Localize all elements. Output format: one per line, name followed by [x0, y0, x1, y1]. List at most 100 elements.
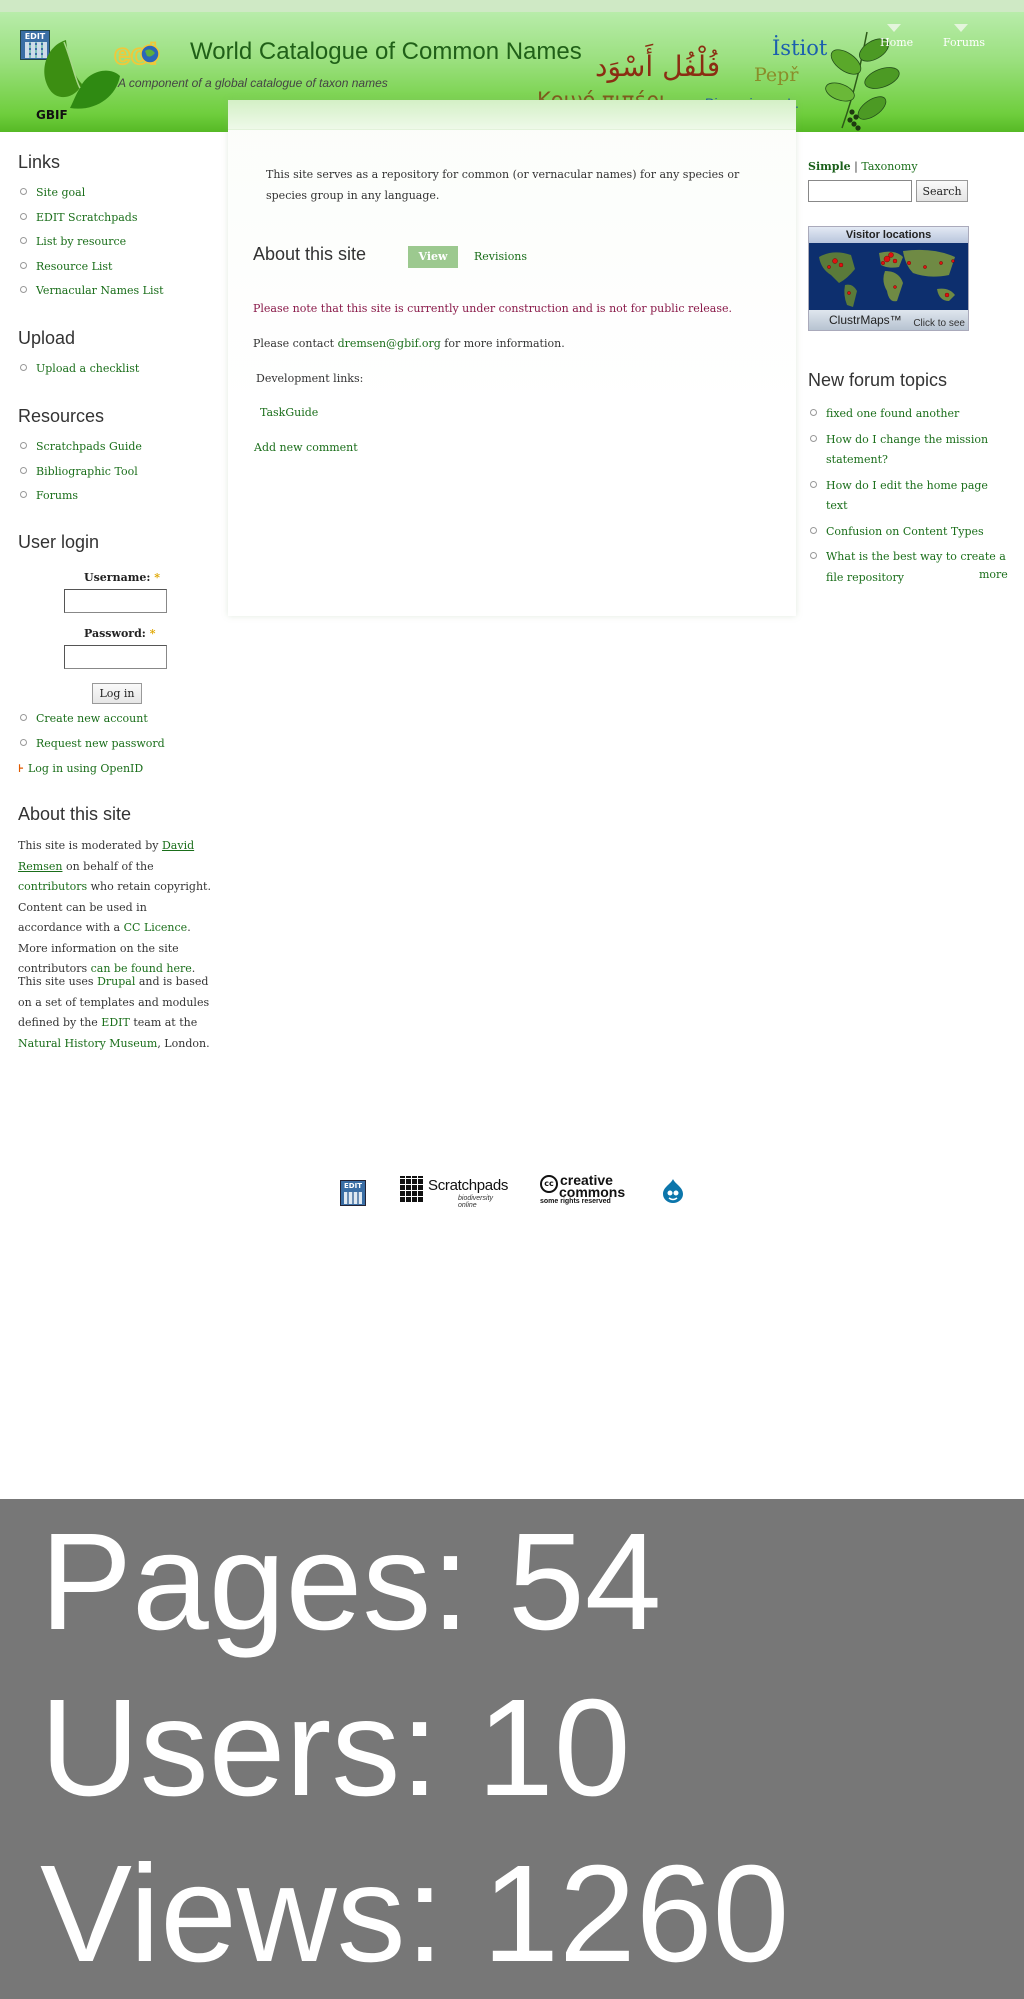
visitor-world-map	[809, 243, 968, 312]
add-comment-link[interactable]: Add new comment	[254, 441, 358, 454]
required-marker: *	[149, 627, 156, 640]
footer-edit-grid	[344, 1192, 362, 1204]
site-goal-link[interactable]: Site goal	[36, 186, 85, 199]
forum-topic-link[interactable]: How do I edit the home page text	[826, 479, 988, 513]
create-account-link[interactable]: Create new account	[36, 712, 148, 725]
upload-item: Upload a checklist	[18, 362, 139, 387]
contact-prefix: Please contact	[253, 337, 338, 350]
scratchpads-guide-link[interactable]: Scratchpads Guide	[36, 440, 142, 453]
search-button[interactable]: Search	[916, 180, 968, 202]
about-block-title: About this site	[18, 804, 132, 824]
common-name-czech: Pepř	[754, 64, 799, 86]
main-content: This site serves as a repository for com…	[228, 100, 796, 616]
site-title[interactable]: World Catalogue of Common Names	[190, 38, 582, 66]
links-menu: Site goal EDIT Scratchpads List by resou…	[18, 186, 164, 309]
contact-email-link[interactable]: dremsen@gbif.org	[338, 337, 441, 350]
login-links-item: Create new account	[18, 712, 165, 737]
links-item: EDIT Scratchpads	[18, 211, 164, 236]
upload-menu: Upload a checklist	[18, 362, 139, 387]
scratchpads-name: Scratchpads	[428, 1177, 509, 1194]
about-text: , London.	[157, 1036, 210, 1050]
contributors-link[interactable]: contributors	[18, 880, 87, 893]
login-button[interactable]: Log in	[92, 683, 142, 704]
scratchpads-grid-icon	[400, 1176, 424, 1202]
stat-pages: Pages: 54	[40, 1505, 662, 1659]
construction-notice: Please note that this site is currently …	[253, 302, 733, 315]
list-by-resource-link[interactable]: List by resource	[36, 235, 126, 248]
username-label-text: Username:	[84, 571, 155, 584]
upload-checklist-link[interactable]: Upload a checklist	[36, 362, 139, 375]
about-text: team at the	[129, 1016, 198, 1029]
tab-view[interactable]: View	[408, 246, 458, 268]
vernacular-names-list-link[interactable]: Vernacular Names List	[36, 284, 164, 297]
login-links-item: Request new password	[18, 737, 165, 762]
edit-scratchpads-link[interactable]: EDIT Scratchpads	[36, 211, 138, 224]
taskguide-link[interactable]: TaskGuide	[260, 406, 318, 419]
bibliographic-tool-link[interactable]: Bibliographic Tool	[36, 465, 138, 478]
contact-text: Please contact dremsen@gbif.org for more…	[253, 337, 565, 350]
tab-revisions[interactable]: Revisions	[474, 250, 527, 263]
gbif-logo-text: GBIF	[36, 108, 68, 122]
request-password-link[interactable]: Request new password	[36, 737, 165, 750]
links-item: Resource List	[18, 260, 164, 285]
footer-creative-commons-logo[interactable]: cc creative commons some rights reserved	[540, 1172, 634, 1206]
stat-views: Views: 1260	[40, 1837, 790, 1991]
openid-login-link[interactable]: Log in using OpenID	[28, 762, 143, 775]
drupal-link[interactable]: Drupal	[97, 975, 135, 988]
openid-login[interactable]: ⊦ Log in using OpenID	[18, 762, 143, 775]
content-top-bar	[228, 100, 796, 130]
forum-more-link[interactable]: more	[979, 568, 1008, 581]
cc-icon: cc	[540, 1175, 558, 1193]
site-slogan: A component of a global catalogue of tax…	[118, 76, 388, 90]
forum-topic-link[interactable]: Confusion on Content Types	[826, 525, 984, 538]
stats-panel: Pages: 54 Users: 10 Views: 1260	[0, 1499, 1024, 1999]
search-tab-taxonomy[interactable]: Taxonomy	[861, 160, 917, 173]
about-paragraph-drupal: This site uses Drupal and is based on a …	[18, 972, 214, 1054]
nav-forums-link[interactable]: Forums	[943, 36, 985, 49]
openid-icon: ⊦	[18, 762, 24, 775]
resource-list-link[interactable]: Resource List	[36, 260, 112, 273]
mission-statement: This site serves as a repository for com…	[266, 168, 740, 202]
eol-logo[interactable]: eol	[112, 38, 182, 70]
forums-link[interactable]: Forums	[36, 489, 78, 502]
links-item: List by resource	[18, 235, 164, 260]
footer-edit-logo[interactable]: EDIT	[340, 1180, 366, 1206]
forum-topic-item: Confusion on Content Types	[808, 522, 1008, 543]
nav-home-link[interactable]: Home	[880, 36, 913, 49]
resources-item: Scratchpads Guide	[18, 440, 142, 465]
footer-drupal-logo[interactable]	[662, 1178, 684, 1204]
resources-item: Forums	[18, 489, 142, 514]
links-item: Vernacular Names List	[18, 284, 164, 309]
clustrmap-widget[interactable]: Visitor locations ClustrMaps™ Click to s…	[808, 226, 969, 331]
scratchpads-tagline: biodiversity online	[458, 1195, 494, 1209]
password-label-text: Password:	[84, 627, 150, 640]
password-input[interactable]	[64, 645, 167, 669]
contact-suffix: for more information.	[440, 337, 565, 350]
footer-logos: EDIT Scratchpads biodiversity online cc …	[0, 1170, 1024, 1210]
forum-topic-item: How do I edit the home page text	[808, 476, 1008, 517]
forum-topic-link[interactable]: fixed one found another	[826, 407, 959, 420]
username-label: Username: *	[84, 571, 160, 584]
forum-topic-item: How do I change the mission statement?	[808, 430, 1008, 471]
clustrmap-title: Visitor locations	[809, 227, 968, 243]
edit-link[interactable]: EDIT	[101, 1016, 130, 1029]
forum-topics-title: New forum topics	[808, 370, 948, 390]
about-text: on behalf of the	[62, 859, 154, 873]
page-title: About this site	[253, 244, 367, 264]
search-tab-separator: |	[850, 160, 862, 173]
about-paragraph-moderation: This site is moderated by David Remsen o…	[18, 836, 214, 980]
footer-edit-text: EDIT	[344, 1182, 362, 1190]
forum-topic-item: What is the best way to create a file re…	[808, 547, 1008, 588]
username-input[interactable]	[64, 589, 167, 613]
cc-line-3: some rights reserved	[540, 1198, 611, 1205]
footer-scratchpads-logo[interactable]: Scratchpads biodiversity online	[400, 1176, 512, 1209]
nav-home-pointer	[887, 24, 901, 32]
resources-block-title: Resources	[18, 406, 105, 426]
password-label: Password: *	[84, 627, 155, 640]
search-tab-simple[interactable]: Simple	[808, 160, 851, 173]
cc-licence-link[interactable]: CC Licence	[124, 921, 188, 934]
search-input[interactable]	[808, 180, 912, 202]
nhm-link[interactable]: Natural History Museum	[18, 1037, 157, 1050]
forum-topic-link[interactable]: How do I change the mission statement?	[826, 433, 988, 467]
required-marker: *	[154, 571, 160, 584]
